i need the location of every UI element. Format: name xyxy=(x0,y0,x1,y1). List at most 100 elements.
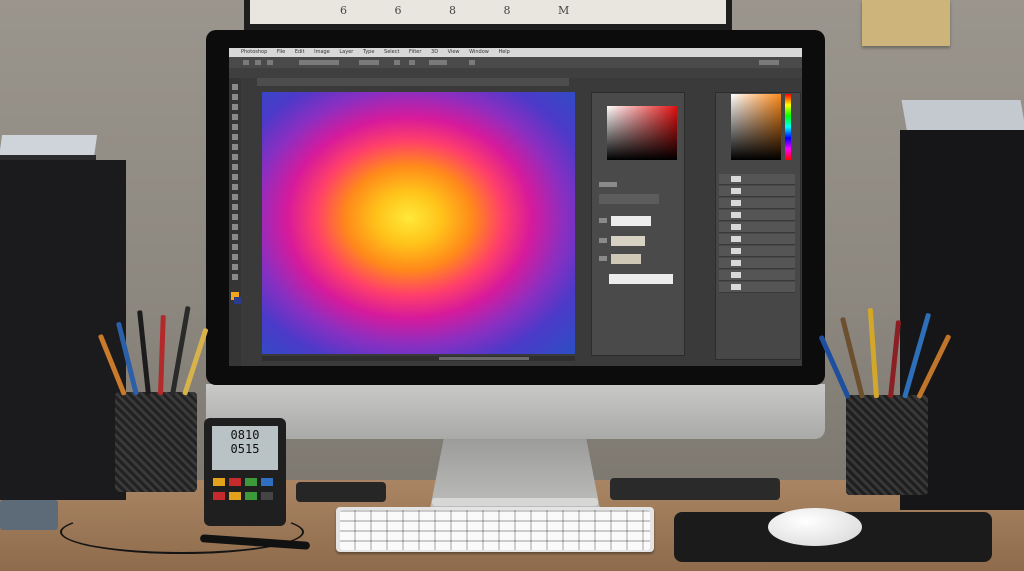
wall-frame: 6 6 8 8 M xyxy=(244,0,732,30)
option-icon[interactable] xyxy=(243,60,249,65)
eraser-tool-icon[interactable] xyxy=(232,184,238,190)
meter-button[interactable] xyxy=(229,478,241,486)
app-menubar: Photoshop File Edit Image Layer Type Sel… xyxy=(229,48,802,57)
hue-slider[interactable] xyxy=(785,94,791,160)
property-field[interactable] xyxy=(609,274,673,284)
blur-tool-icon[interactable] xyxy=(232,204,238,210)
document-bar xyxy=(229,68,802,78)
pen xyxy=(137,310,151,396)
history-brush-icon[interactable] xyxy=(232,174,238,180)
meter-display: 0810 0515 xyxy=(212,426,278,470)
pen xyxy=(158,314,166,396)
meter-button[interactable] xyxy=(245,492,257,500)
menu-item[interactable]: Select xyxy=(384,49,399,55)
layer-thumbnail xyxy=(731,224,741,230)
menu-item[interactable]: 3D xyxy=(431,49,438,55)
menu-item[interactable]: Image xyxy=(314,49,330,55)
meter-button[interactable] xyxy=(213,478,225,486)
menu-item[interactable]: Edit xyxy=(295,49,305,55)
option-icon[interactable] xyxy=(469,60,475,65)
meter-button[interactable] xyxy=(229,492,241,500)
layer-thumbnail xyxy=(731,248,741,254)
property-field[interactable] xyxy=(611,216,651,226)
hand-tool-icon[interactable] xyxy=(232,264,238,270)
layer-row[interactable] xyxy=(719,270,795,281)
magic-wand-icon[interactable] xyxy=(232,114,238,120)
brush-tool-icon[interactable] xyxy=(232,154,238,160)
menu-item[interactable]: File xyxy=(277,49,285,55)
eyedropper-icon[interactable] xyxy=(232,134,238,140)
layer-row[interactable] xyxy=(719,186,795,197)
stamp-tool-icon[interactable] xyxy=(232,164,238,170)
menu-item[interactable]: View xyxy=(448,49,460,55)
property-label xyxy=(599,238,607,243)
notebook xyxy=(0,500,58,530)
menu-item[interactable]: Help xyxy=(498,49,509,55)
meter-reading: 0515 xyxy=(230,442,260,456)
color-picker-field[interactable] xyxy=(607,106,677,160)
desk-tool-right xyxy=(610,478,780,500)
mouse xyxy=(768,508,862,546)
zoom-tool-icon[interactable] xyxy=(232,274,238,280)
move-tool-icon[interactable] xyxy=(232,84,238,90)
document-tab[interactable] xyxy=(257,78,569,86)
lasso-tool-icon[interactable] xyxy=(232,104,238,110)
keyboard-keys xyxy=(340,510,650,550)
menu-item[interactable]: Photoshop xyxy=(241,49,267,55)
meter-reading: 0810 xyxy=(230,428,260,442)
property-dropdown[interactable] xyxy=(599,194,659,204)
scrollbar-thumb[interactable] xyxy=(439,357,529,360)
layer-row[interactable] xyxy=(719,258,795,269)
menu-item[interactable]: Window xyxy=(469,49,489,55)
menu-item[interactable]: Type xyxy=(363,49,374,55)
property-field[interactable] xyxy=(611,236,645,246)
option-field[interactable] xyxy=(359,60,379,65)
menu-item[interactable]: Layer xyxy=(339,49,353,55)
pens-left xyxy=(97,300,209,396)
option-icon[interactable] xyxy=(255,60,261,65)
dodge-tool-icon[interactable] xyxy=(232,214,238,220)
layer-thumbnail xyxy=(731,188,741,194)
pencil-cup-right xyxy=(846,395,928,495)
layer-thumbnail xyxy=(731,212,741,218)
gradient-canvas[interactable] xyxy=(262,92,575,354)
layer-row[interactable] xyxy=(719,222,795,233)
healing-brush-icon[interactable] xyxy=(232,144,238,150)
crop-tool-icon[interactable] xyxy=(232,124,238,130)
layer-row[interactable] xyxy=(719,234,795,245)
background-color-swatch[interactable] xyxy=(234,297,241,304)
option-icon[interactable] xyxy=(394,60,400,65)
option-field[interactable] xyxy=(759,60,779,65)
property-label xyxy=(599,218,607,223)
pen-tool-icon[interactable] xyxy=(232,224,238,230)
sticky-note xyxy=(862,0,950,46)
meter-button[interactable] xyxy=(261,478,273,486)
option-field[interactable] xyxy=(429,60,447,65)
option-field[interactable] xyxy=(299,60,339,65)
option-icon[interactable] xyxy=(409,60,415,65)
layer-thumbnail xyxy=(731,200,741,206)
layer-row[interactable] xyxy=(719,282,795,293)
property-field[interactable] xyxy=(611,254,641,264)
shape-tool-icon[interactable] xyxy=(232,254,238,260)
meter-button[interactable] xyxy=(245,478,257,486)
layer-thumbnail xyxy=(731,176,741,182)
property-label xyxy=(599,182,617,187)
type-tool-icon[interactable] xyxy=(232,234,238,240)
pens-right xyxy=(818,300,952,400)
pen xyxy=(867,308,879,399)
gradient-tool-icon[interactable] xyxy=(232,194,238,200)
color-spectrum[interactable] xyxy=(731,94,781,160)
menu-item[interactable]: Filter xyxy=(409,49,421,55)
path-select-icon[interactable] xyxy=(232,244,238,250)
tools-panel xyxy=(229,78,241,366)
marquee-tool-icon[interactable] xyxy=(232,94,238,100)
monitor-chin xyxy=(206,384,825,439)
option-icon[interactable] xyxy=(267,60,273,65)
meter-button[interactable] xyxy=(261,492,273,500)
layer-row[interactable] xyxy=(719,246,795,257)
layer-row[interactable] xyxy=(719,210,795,221)
layer-row[interactable] xyxy=(719,198,795,209)
meter-button[interactable] xyxy=(213,492,225,500)
layer-row[interactable] xyxy=(719,174,795,185)
